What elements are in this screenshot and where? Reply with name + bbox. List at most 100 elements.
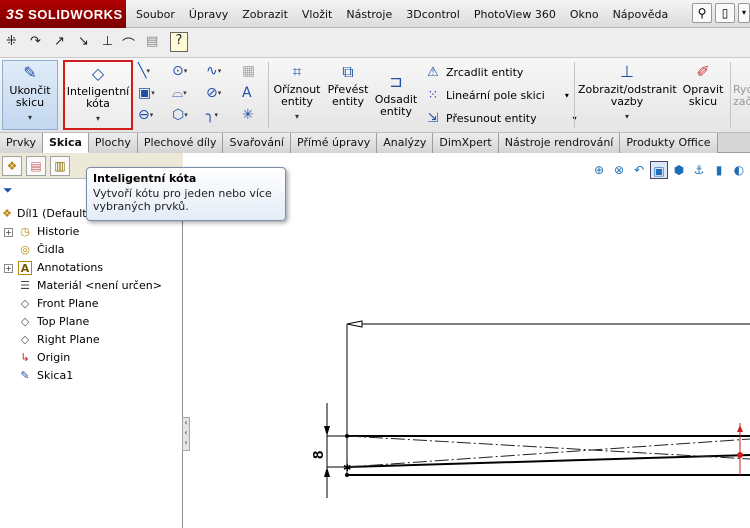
slot-tool-icon[interactable]: ⊖▾ (138, 106, 164, 124)
sketch-point[interactable] (345, 434, 349, 438)
spline-icon[interactable]: ↷ (30, 34, 41, 49)
expand-icon[interactable]: + (4, 264, 13, 273)
menu-photoview[interactable]: PhotoView 360 (474, 8, 556, 21)
tree-item-label: Front Plane (37, 297, 99, 310)
tab-render-tools[interactable]: Nástroje rendrování (498, 133, 621, 153)
spline-tool-icon[interactable]: ∿▾ (206, 62, 232, 80)
menu-insert[interactable]: Vložit (302, 8, 332, 21)
menu-help[interactable]: Nápověda (613, 8, 669, 21)
pane-collapse-handle[interactable]: ‹ ‹ ‹ (182, 417, 190, 451)
tab-direct-editing[interactable]: Přímé úpravy (291, 133, 378, 153)
new-document-icon[interactable]: ▯ (715, 3, 735, 23)
offset-entities-button[interactable]: ⊐ Odsadit entity (372, 70, 420, 140)
ribbon-separator (574, 62, 575, 128)
tab-office-products[interactable]: Produkty Office (620, 133, 718, 153)
rectangle-tool-icon[interactable]: ▣▾ (138, 84, 164, 102)
repair-sketch-button[interactable]: ✐ Opravit skicu (680, 60, 726, 130)
quick-snaps-button[interactable]: Rychl zač (733, 60, 750, 130)
linear-pattern-label: Lineární pole skici (446, 88, 545, 102)
tree-item-annotations[interactable]: + A Annotations (0, 259, 183, 277)
display-relations-button[interactable]: ⊥ Zobrazit/odstranit vazby ▾ (578, 60, 677, 130)
centerline-1[interactable] (346, 435, 750, 460)
fillet-icon[interactable]: ⌒ (122, 34, 135, 53)
property-manager-tab-icon[interactable]: ▤ (26, 156, 46, 176)
finish-sketch-button[interactable]: ✎ Ukončit skicu ▾ (2, 60, 58, 130)
line-tool-icon[interactable]: ╲▾ (138, 62, 164, 80)
relation-marker-arrow (737, 425, 743, 432)
chevron-down-icon: ▾ (27, 113, 32, 122)
title-bar: 3S SOLIDWORKS Soubor Úpravy Zobrazit Vlo… (0, 0, 750, 28)
circle-tool-icon[interactable]: ⊙▾ (172, 62, 198, 80)
centerline-icon[interactable]: ↘ (78, 34, 89, 49)
tab-surfaces[interactable]: Plochy (88, 133, 138, 153)
convert-label-2: entity (332, 95, 364, 108)
finish-sketch-label-2: skicu (15, 96, 45, 109)
trim-entities-button[interactable]: ⌗ Oříznout entity ▾ (272, 60, 322, 130)
menu-tools[interactable]: Nástroje (346, 8, 392, 21)
tree-item-label: Skica1 (37, 369, 74, 382)
configuration-manager-tab-icon[interactable]: ▥ (50, 156, 70, 176)
filter-icon[interactable]: ⏷ (3, 183, 13, 198)
tooltip-line-1: Vytvoří kótu pro jeden nebo více (93, 187, 272, 200)
tree-item-top-plane[interactable]: ◇ Top Plane (0, 313, 183, 331)
tab-weldments[interactable]: Svařování (223, 133, 291, 153)
help-icon[interactable]: ? (170, 32, 188, 52)
line-icon[interactable]: ↗ (54, 34, 65, 49)
fillet-tool-icon[interactable]: ╮▾ (206, 106, 232, 124)
sketch-entities-grid: ╲▾ ⊙▾ ∿▾ ▦ ▣▾ ⌓▾ ⊘▾ A ⊖▾ ⬡▾ ╮▾ ✳ (138, 62, 263, 128)
smart-dimension-button[interactable]: ◇ Inteligentní kóta ▾ (63, 60, 133, 130)
sensor-icon: ◎ (20, 243, 30, 256)
tree-item-origin[interactable]: ↳ Origin (0, 349, 183, 367)
point-icon[interactable]: ⁜ (6, 34, 17, 49)
tooltip-title: Inteligentní kóta (93, 172, 197, 185)
ellipse-tool-icon[interactable]: ⊘▾ (206, 84, 232, 102)
tree-item-material[interactable]: ☰ Materiál <není určen> (0, 277, 183, 295)
tab-sketch[interactable]: Skica (42, 133, 89, 153)
tree-item-sketch1[interactable]: ✎ Skica1 (0, 367, 183, 385)
tree-item-right-plane[interactable]: ◇ Right Plane (0, 331, 183, 349)
expand-icon[interactable]: + (4, 228, 13, 237)
centerline-2[interactable] (346, 438, 750, 468)
polygon-tool-icon[interactable]: ⬡▾ (172, 106, 198, 124)
feature-manager-tab-icon[interactable]: ❖ (2, 156, 22, 176)
ds-logo-mark: 3S (6, 6, 25, 22)
tree-root-label: Díl1 (Default (17, 207, 87, 220)
tab-features[interactable]: Prvky (0, 133, 43, 153)
sketch-line-middle[interactable] (346, 454, 750, 468)
repair-label-2: skicu (688, 95, 718, 108)
tab-dimxpert[interactable]: DimXpert (433, 133, 499, 153)
menu-3dcontrol[interactable]: 3Dcontrol (406, 8, 460, 21)
tab-sheet-metal[interactable]: Plechové díly (137, 133, 224, 153)
arc-tool-icon[interactable]: ⌓▾ (172, 84, 198, 102)
point-tool-icon[interactable]: ✳ (242, 106, 268, 124)
convert-entities-button[interactable]: ⧉ Převést entity (324, 60, 372, 130)
chevron-down-icon: ▾ (294, 112, 299, 121)
tab-evaluate[interactable]: Analýzy (377, 133, 434, 153)
command-manager-tabs: Prvky Skica Plochy Plechové díly Svařová… (0, 133, 750, 153)
sketch-picture-icon[interactable]: ▤ (146, 34, 158, 49)
dimension-value[interactable]: 8 (310, 451, 327, 459)
fix-icon[interactable]: ⊥ (102, 34, 113, 49)
relation-marker-point (737, 452, 743, 458)
sketch-point[interactable] (345, 473, 349, 477)
pin-icon[interactable]: ⚲ (692, 3, 712, 23)
tree-item-sensors[interactable]: ◎ Čidla (0, 241, 183, 259)
tree-item-front-plane[interactable]: ◇ Front Plane (0, 295, 183, 313)
new-dropdown-icon[interactable]: ▾ (738, 3, 750, 23)
menu-view[interactable]: Zobrazit (242, 8, 288, 21)
chevron-down-icon[interactable]: ▾ (565, 91, 569, 100)
menu-window[interactable]: Okno (570, 8, 599, 21)
tree-item-label: Materiál <není určen> (37, 279, 162, 292)
origin-icon: ↳ (20, 351, 30, 364)
linear-pattern-button[interactable]: ⁙ Lineární pole skici ▾ (424, 85, 569, 105)
menu-edit[interactable]: Úpravy (189, 8, 228, 21)
tree-item-history[interactable]: + ◷ Historie (0, 223, 183, 241)
solidworks-logo[interactable]: 3S SOLIDWORKS (0, 0, 126, 28)
feature-tree: ❖ Díl1 (Default + ◷ Historie ◎ Čidla + A… (0, 205, 183, 385)
menu-file[interactable]: Soubor (136, 8, 175, 21)
text-tool-icon[interactable]: A (242, 84, 268, 102)
plane-tool-icon[interactable]: ▦ (242, 62, 268, 80)
sketch-point[interactable]: ✱ (343, 463, 351, 474)
mirror-entities-button[interactable]: ⚠ Zrcadlit entity (424, 62, 523, 82)
move-entities-button[interactable]: ⇲ Přesunout entity ▾ (424, 108, 577, 128)
